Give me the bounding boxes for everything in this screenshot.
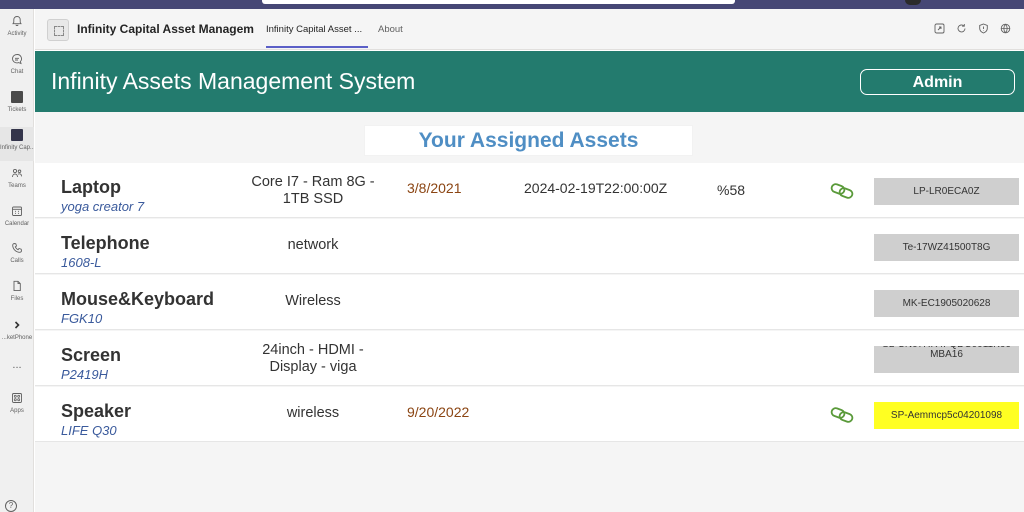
more-icon: ...: [12, 359, 22, 371]
rail-item-more[interactable]: ...: [0, 359, 34, 393]
rail-item-label: ...ketPhone: [1, 335, 33, 341]
refresh-icon[interactable]: [956, 23, 967, 34]
rail-item-files[interactable]: Files: [0, 280, 34, 314]
chevron-right-icon: [14, 321, 20, 329]
asset-name: Laptop: [61, 177, 121, 197]
link-icon[interactable]: [830, 183, 854, 199]
rail-item-teams[interactable]: Teams: [0, 167, 34, 201]
app-title: Infinity Capital Asset Managem: [77, 22, 254, 36]
asset-row: Laptop yoga creator 7 Core I7 - Ram 8G - 1…: [35, 163, 1024, 218]
help-icon[interactable]: ?: [5, 500, 17, 512]
asset-tag[interactable]: LP-LR0ECA0Z: [874, 178, 1019, 205]
popout-icon[interactable]: [934, 23, 945, 34]
apps-icon: [12, 393, 22, 403]
globe-icon[interactable]: [1000, 23, 1011, 34]
app-header: Infinity Capital Asset Managem Infinity …: [35, 9, 1024, 50]
asset-spec: Core I7 - Ram 8G - 1TB SSD: [251, 174, 375, 207]
asset-date: 3/8/2021: [407, 180, 462, 196]
rail-item-activity[interactable]: Activity: [0, 15, 34, 49]
rail-item-tickets[interactable]: Tickets: [0, 91, 34, 125]
rail-item-label: Chat: [10, 69, 24, 75]
asset-timestamp: 2024-02-19T22:00:00Z: [524, 180, 668, 196]
asset-tag[interactable]: SP-Aemmcp5c04201098: [874, 402, 1019, 429]
asset-tag-text: SL-CN07HR4FQDC0011K66MBA16: [882, 346, 1011, 360]
admin-button[interactable]: Admin: [860, 69, 1015, 95]
asset-row: Screen P2419H 24inch - HDMI - Display - vi…: [35, 331, 1024, 386]
calendar-icon: [12, 206, 22, 216]
asset-date: 9/20/2022: [407, 404, 470, 420]
rail-item-label: Files: [10, 296, 24, 302]
asset-row: Speaker LIFE Q30 wireless 9/20/2022 SP-Aemmc…: [35, 387, 1024, 442]
rail-item-calendar[interactable]: Calendar: [0, 205, 34, 239]
asset-spec: Wireless: [285, 293, 341, 309]
shield-icon[interactable]: [978, 23, 989, 34]
asset-model: FGK10: [61, 311, 103, 326]
rail-item-ticketphone[interactable]: ...ketPhone: [0, 319, 34, 353]
rail-item-label: Infinity Cap...: [0, 145, 34, 151]
asset-tag[interactable]: SL-CN07HR4FQDC0011K66MBA16: [874, 346, 1019, 373]
rail-item-label: Calls: [10, 258, 24, 264]
avatar[interactable]: [905, 0, 921, 5]
teams-top-bar: [0, 0, 1024, 9]
chat-icon: [12, 54, 22, 65]
asset-model: 1608-L: [61, 255, 102, 270]
rail-item-infinity-capital[interactable]: Infinity Cap...: [0, 127, 34, 161]
asset-model: yoga creator 7: [61, 199, 145, 214]
rail-item-label: Apps: [10, 408, 24, 414]
section-title: Your Assigned Assets: [365, 126, 692, 155]
rail-item-chat[interactable]: Chat: [0, 53, 34, 87]
phone-icon: [12, 243, 22, 253]
asset-name: Speaker: [61, 401, 132, 421]
infinity-app-icon: [11, 129, 23, 141]
tab-infinity-capital[interactable]: Infinity Capital Asset ...: [266, 24, 362, 35]
system-title: Infinity Assets Management System: [51, 68, 416, 94]
tab-about[interactable]: About: [378, 24, 403, 35]
asset-spec: wireless: [286, 405, 340, 421]
asset-percent: %58: [717, 182, 746, 198]
asset-spec: network: [287, 237, 339, 253]
rail-item-apps[interactable]: Apps: [0, 392, 34, 426]
rail-item-label: Teams: [8, 183, 26, 189]
rail-item-label: Activity: [7, 31, 27, 37]
app-rail: Activity Chat Tickets Infinity Cap... Te…: [0, 9, 34, 512]
rail-item-label: Calendar: [4, 221, 30, 227]
search-box[interactable]: [262, 0, 735, 4]
asset-spec: 24inch - HDMI - Display - viga: [262, 342, 364, 375]
asset-row: Mouse&Keyboard FGK10 Wireless MK-EC19050206…: [35, 275, 1024, 330]
active-tab-indicator: [266, 46, 368, 48]
link-icon[interactable]: [830, 407, 854, 423]
asset-name: Screen: [61, 345, 122, 365]
asset-name: Telephone: [61, 233, 150, 253]
rail-item-label: Tickets: [7, 107, 27, 113]
asset-model: P2419H: [61, 367, 108, 382]
asset-tag[interactable]: Te-17WZ41500T8G: [874, 234, 1019, 261]
system-banner: Infinity Assets Management System Admin: [35, 51, 1024, 112]
file-icon: [13, 280, 21, 292]
asset-model: LIFE Q30: [61, 423, 117, 438]
tickets-app-icon: [11, 91, 23, 103]
rail-item-calls[interactable]: Calls: [0, 242, 34, 276]
teams-icon: [12, 168, 22, 178]
app-icon: [47, 19, 69, 41]
asset-row: Telephone 1608-L network Te-17WZ41500T8G: [35, 219, 1024, 274]
asset-tag[interactable]: MK-EC1905020628: [874, 290, 1019, 317]
asset-name: Mouse&Keyboard: [61, 289, 215, 309]
bell-icon: [12, 16, 22, 27]
